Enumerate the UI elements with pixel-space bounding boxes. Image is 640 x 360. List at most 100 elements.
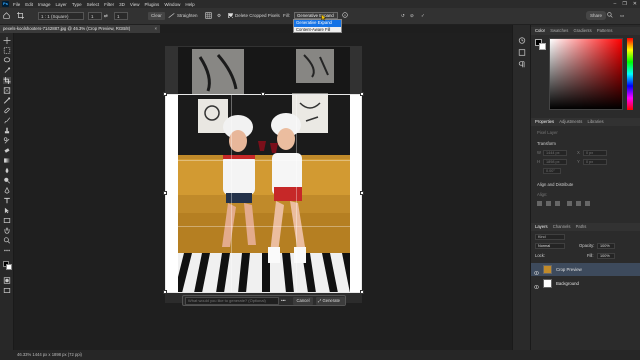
tab-layers[interactable]: Layers: [535, 224, 548, 229]
marquee-tool-icon[interactable]: [3, 47, 11, 54]
maximize-button[interactable]: ❐: [622, 1, 626, 7]
gradient-tool-icon[interactable]: [3, 157, 11, 164]
overlay-grid-icon[interactable]: [205, 12, 212, 20]
swap-ratio-icon[interactable]: ⇄: [104, 12, 108, 20]
transform-section-header[interactable]: Transform: [537, 141, 556, 146]
frame-tool-icon[interactable]: [3, 87, 11, 94]
menu-layer[interactable]: Layer: [56, 2, 67, 7]
delete-cropped-checkbox[interactable]: Delete Cropped Pixels: [228, 12, 280, 20]
fill-option-content-aware[interactable]: Content-Aware Fill: [294, 27, 341, 34]
reset-icon[interactable]: ↺: [401, 12, 405, 20]
generate-button[interactable]: ⤢ Generate: [316, 297, 345, 305]
tab-gradients[interactable]: Gradients: [574, 28, 592, 33]
eyedropper-tool-icon[interactable]: [3, 97, 11, 104]
more-options-button[interactable]: •••: [281, 297, 286, 305]
home-icon[interactable]: [3, 12, 10, 20]
menu-help[interactable]: Help: [185, 2, 194, 7]
more-tools-icon[interactable]: [3, 247, 11, 254]
history-panel-icon[interactable]: [518, 37, 526, 44]
layer-filter-kind[interactable]: Kind: [535, 234, 565, 240]
menu-3d[interactable]: 3D: [119, 2, 125, 7]
menu-type[interactable]: Type: [72, 2, 82, 7]
cancel-crop-icon[interactable]: ⊘: [410, 12, 414, 20]
crop-tool-active-icon[interactable]: [3, 77, 11, 84]
workspace-icon[interactable]: ▭: [620, 12, 624, 20]
gear-icon[interactable]: ⚙: [217, 12, 221, 20]
visibility-eye-icon[interactable]: [534, 281, 539, 289]
fill-opacity-field[interactable]: 100%: [597, 253, 615, 259]
hue-slider[interactable]: [627, 38, 633, 110]
tab-properties[interactable]: Properties: [535, 119, 554, 124]
share-button[interactable]: Share: [586, 11, 607, 20]
cancel-button[interactable]: Cancel: [293, 297, 313, 305]
tab-channels[interactable]: Channels: [553, 224, 571, 229]
minimize-button[interactable]: –: [614, 1, 617, 7]
ratio-select[interactable]: 1 : 1 (Square): [38, 12, 84, 20]
menu-edit[interactable]: Edit: [25, 2, 33, 7]
menu-filter[interactable]: Filter: [104, 2, 114, 7]
tab-patterns[interactable]: Patterns: [597, 28, 613, 33]
crop-handle-top-left[interactable]: [163, 92, 167, 96]
search-icon[interactable]: [607, 12, 613, 20]
menu-select[interactable]: Select: [87, 2, 100, 7]
tab-adjustments[interactable]: Adjustments: [559, 119, 582, 124]
background-color-swatch[interactable]: [6, 264, 12, 270]
lasso-tool-icon[interactable]: [3, 57, 11, 64]
blur-tool-icon[interactable]: [3, 167, 11, 174]
ratio-width-input[interactable]: 1: [88, 12, 102, 20]
commit-crop-icon[interactable]: ✓: [421, 12, 425, 20]
screen-mode-icon[interactable]: [3, 287, 11, 294]
close-tab-icon[interactable]: ×: [154, 25, 157, 33]
object-selection-tool-icon[interactable]: [3, 67, 11, 74]
crop-handle-top-right[interactable]: [360, 92, 364, 96]
straighten-icon[interactable]: [168, 12, 175, 20]
menu-image[interactable]: Image: [38, 2, 51, 7]
clear-button[interactable]: Clear: [148, 12, 165, 20]
background-color-chip[interactable]: [539, 43, 546, 50]
ratio-height-input[interactable]: 1: [114, 12, 128, 20]
menu-plugins[interactable]: Plugins: [145, 2, 160, 7]
zoom-tool-icon[interactable]: [3, 237, 11, 244]
close-window-button[interactable]: ✕: [633, 1, 637, 7]
y-field[interactable]: 0 px: [583, 159, 607, 165]
info-icon[interactable]: [342, 12, 348, 20]
pen-tool-icon[interactable]: [3, 186, 11, 194]
menu-window[interactable]: Window: [164, 2, 180, 7]
move-tool-icon[interactable]: [3, 37, 11, 44]
brush-tool-icon[interactable]: [3, 117, 11, 124]
menu-file[interactable]: File: [13, 2, 20, 7]
type-tool-icon[interactable]: [3, 197, 11, 204]
dodge-tool-icon[interactable]: [3, 177, 11, 184]
angle-field[interactable]: 0.00°: [543, 168, 561, 174]
healing-brush-icon[interactable]: [3, 107, 11, 114]
crop-box[interactable]: [165, 94, 362, 293]
clone-stamp-icon[interactable]: [3, 127, 11, 134]
crop-handle-bottom-right[interactable]: [360, 290, 364, 294]
blend-mode-select[interactable]: Normal: [535, 243, 565, 249]
history-brush-icon[interactable]: [3, 137, 11, 144]
opacity-field[interactable]: 100%: [597, 243, 615, 249]
generate-prompt-input[interactable]: What would you like to generate? (Option…: [185, 297, 279, 305]
layer-row-crop-preview[interactable]: Crop Preview: [531, 263, 640, 276]
fill-select[interactable]: Generative Expand: [294, 12, 338, 19]
quick-mask-icon[interactable]: [3, 277, 11, 284]
document-tab[interactable]: pexels-koolshooters-7142887.jpg @ 46.3% …: [0, 25, 160, 33]
eraser-tool-icon[interactable]: [3, 147, 11, 154]
straighten-label[interactable]: Straighten: [177, 12, 198, 20]
crop-tool-icon[interactable]: [17, 12, 24, 20]
tab-color[interactable]: Color: [535, 28, 545, 33]
crop-handle-right[interactable]: [360, 191, 364, 195]
align-buttons[interactable]: [537, 201, 597, 206]
align-section-header[interactable]: Align and Distribute: [537, 182, 573, 187]
x-field[interactable]: 0 px: [583, 150, 607, 156]
width-field[interactable]: 1444 px: [543, 150, 567, 156]
visibility-eye-icon[interactable]: [534, 267, 539, 275]
tab-swatches[interactable]: Swatches: [550, 28, 568, 33]
layer-row-background[interactable]: Background: [531, 277, 640, 290]
paragraph-panel-icon[interactable]: [518, 61, 526, 68]
info-panel-icon[interactable]: [518, 49, 526, 56]
hand-tool-icon[interactable]: [3, 227, 11, 234]
tab-libraries[interactable]: Libraries: [587, 119, 603, 124]
crop-handle-bottom-left[interactable]: [163, 290, 167, 294]
path-selection-icon[interactable]: [3, 207, 11, 214]
